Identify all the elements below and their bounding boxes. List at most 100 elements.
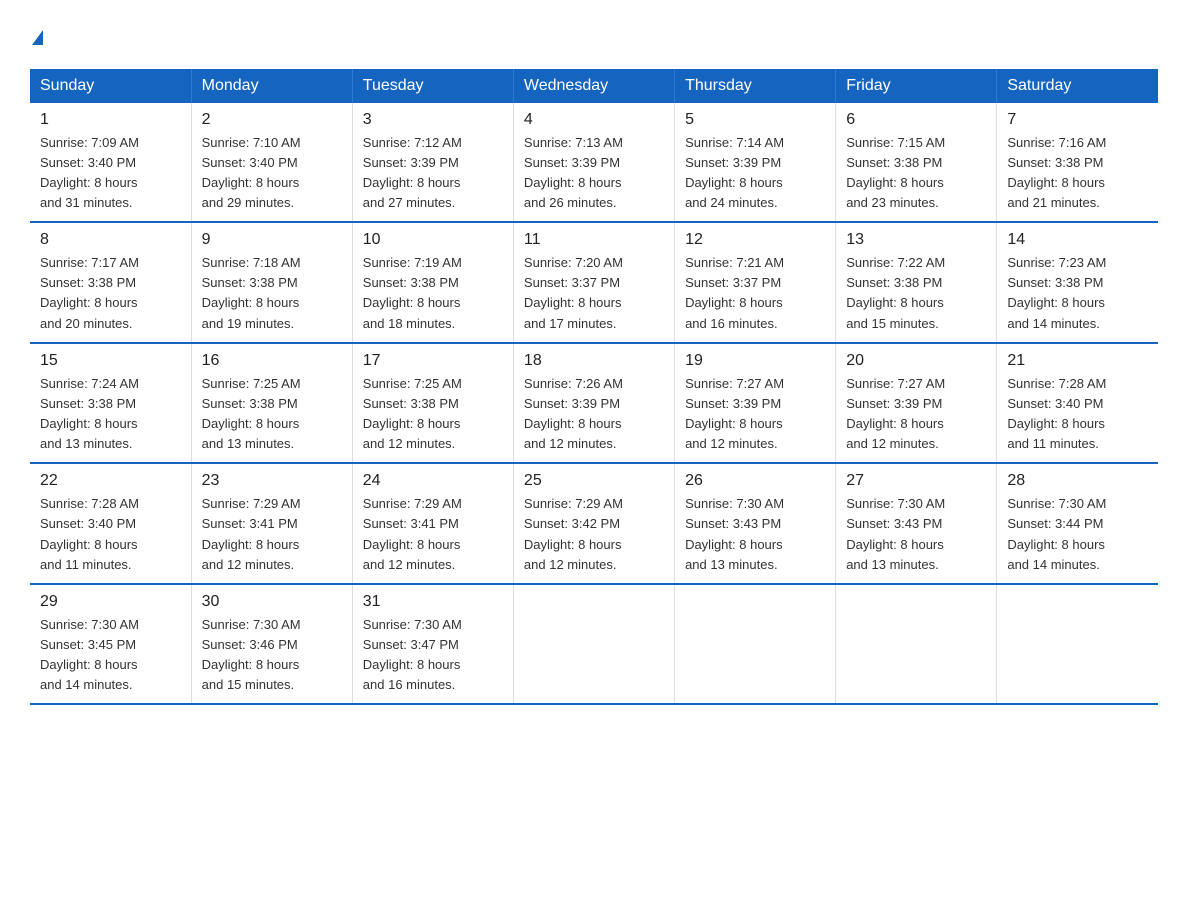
day-info: Sunrise: 7:14 AMSunset: 3:39 PMDaylight:…	[685, 133, 825, 214]
logo	[30, 20, 43, 49]
day-number: 14	[1007, 231, 1148, 249]
day-number: 18	[524, 352, 664, 370]
day-info: Sunrise: 7:20 AMSunset: 3:37 PMDaylight:…	[524, 253, 664, 334]
calendar-cell: 7 Sunrise: 7:16 AMSunset: 3:38 PMDaylight…	[997, 103, 1158, 223]
day-number: 9	[202, 231, 342, 249]
calendar-cell: 23 Sunrise: 7:29 AMSunset: 3:41 PMDayligh…	[191, 463, 352, 584]
day-info: Sunrise: 7:15 AMSunset: 3:38 PMDaylight:…	[846, 133, 986, 214]
calendar-cell: 18Sunrise: 7:26 AMSunset: 3:39 PMDayligh…	[513, 343, 674, 464]
day-info: Sunrise: 7:29 AMSunset: 3:42 PMDaylight:…	[524, 494, 664, 575]
day-number: 7	[1007, 111, 1148, 129]
header-saturday: Saturday	[997, 69, 1158, 103]
calendar-cell: 16 Sunrise: 7:25 AMSunset: 3:38 PMDayligh…	[191, 343, 352, 464]
day-info: Sunrise: 7:27 AMSunset: 3:39 PMDaylight:…	[685, 374, 825, 455]
day-info: Sunrise: 7:30 AMSunset: 3:43 PMDaylight:…	[685, 494, 825, 575]
calendar-cell: 14 Sunrise: 7:23 AMSunset: 3:38 PMDayligh…	[997, 222, 1158, 343]
day-number: 29	[40, 593, 181, 611]
day-number: 4	[524, 111, 664, 129]
calendar-cell: 12 Sunrise: 7:21 AMSunset: 3:37 PMDayligh…	[675, 222, 836, 343]
day-info: Sunrise: 7:28 AMSunset: 3:40 PMDaylight:…	[40, 494, 181, 575]
calendar-cell: 3Sunrise: 7:12 AMSunset: 3:39 PMDaylight…	[352, 103, 513, 223]
header-monday: Monday	[191, 69, 352, 103]
calendar-cell: 4 Sunrise: 7:13 AMSunset: 3:39 PMDaylight…	[513, 103, 674, 223]
day-number: 22	[40, 472, 181, 490]
calendar-cell: 31 Sunrise: 7:30 AMSunset: 3:47 PMDayligh…	[352, 584, 513, 705]
day-info: Sunrise: 7:10 AMSunset: 3:40 PMDaylight:…	[202, 133, 342, 214]
day-number: 12	[685, 231, 825, 249]
day-info: Sunrise: 7:28 AMSunset: 3:40 PMDaylight:…	[1007, 374, 1148, 455]
day-info: Sunrise: 7:22 AMSunset: 3:38 PMDaylight:…	[846, 253, 986, 334]
day-number: 5	[685, 111, 825, 129]
calendar-week-row: 8 Sunrise: 7:17 AMSunset: 3:38 PMDaylight…	[30, 222, 1158, 343]
calendar-week-row: 1Sunrise: 7:09 AMSunset: 3:40 PMDaylight…	[30, 103, 1158, 223]
day-info: Sunrise: 7:27 AMSunset: 3:39 PMDaylight:…	[846, 374, 986, 455]
day-info: Sunrise: 7:30 AMSunset: 3:43 PMDaylight:…	[846, 494, 986, 575]
day-info: Sunrise: 7:16 AMSunset: 3:38 PMDaylight:…	[1007, 133, 1148, 214]
day-info: Sunrise: 7:30 AMSunset: 3:44 PMDaylight:…	[1007, 494, 1148, 575]
day-number: 31	[363, 593, 503, 611]
day-info: Sunrise: 7:29 AMSunset: 3:41 PMDaylight:…	[202, 494, 342, 575]
calendar-cell: 9 Sunrise: 7:18 AMSunset: 3:38 PMDaylight…	[191, 222, 352, 343]
calendar-week-row: 29 Sunrise: 7:30 AMSunset: 3:45 PMDayligh…	[30, 584, 1158, 705]
header-sunday: Sunday	[30, 69, 191, 103]
calendar-cell: 25 Sunrise: 7:29 AMSunset: 3:42 PMDayligh…	[513, 463, 674, 584]
calendar-cell	[997, 584, 1158, 705]
calendar-cell: 21 Sunrise: 7:28 AMSunset: 3:40 PMDayligh…	[997, 343, 1158, 464]
calendar-week-row: 15Sunrise: 7:24 AMSunset: 3:38 PMDayligh…	[30, 343, 1158, 464]
day-number: 16	[202, 352, 342, 370]
calendar-cell: 8 Sunrise: 7:17 AMSunset: 3:38 PMDaylight…	[30, 222, 191, 343]
day-number: 28	[1007, 472, 1148, 490]
calendar-cell: 24 Sunrise: 7:29 AMSunset: 3:41 PMDayligh…	[352, 463, 513, 584]
header-wednesday: Wednesday	[513, 69, 674, 103]
day-info: Sunrise: 7:17 AMSunset: 3:38 PMDaylight:…	[40, 253, 181, 334]
day-number: 20	[846, 352, 986, 370]
calendar-table: SundayMondayTuesdayWednesdayThursdayFrid…	[30, 69, 1158, 706]
header-thursday: Thursday	[675, 69, 836, 103]
page-header	[30, 20, 1158, 49]
calendar-header-row: SundayMondayTuesdayWednesdayThursdayFrid…	[30, 69, 1158, 103]
day-number: 8	[40, 231, 181, 249]
day-info: Sunrise: 7:29 AMSunset: 3:41 PMDaylight:…	[363, 494, 503, 575]
calendar-cell: 6 Sunrise: 7:15 AMSunset: 3:38 PMDaylight…	[836, 103, 997, 223]
day-info: Sunrise: 7:18 AMSunset: 3:38 PMDaylight:…	[202, 253, 342, 334]
day-number: 6	[846, 111, 986, 129]
day-number: 26	[685, 472, 825, 490]
day-number: 27	[846, 472, 986, 490]
day-number: 17	[363, 352, 503, 370]
day-number: 24	[363, 472, 503, 490]
calendar-cell	[675, 584, 836, 705]
day-info: Sunrise: 7:25 AMSunset: 3:38 PMDaylight:…	[363, 374, 503, 455]
calendar-cell: 20 Sunrise: 7:27 AMSunset: 3:39 PMDayligh…	[836, 343, 997, 464]
day-number: 21	[1007, 352, 1148, 370]
day-number: 1	[40, 111, 181, 129]
day-number: 19	[685, 352, 825, 370]
day-info: Sunrise: 7:30 AMSunset: 3:45 PMDaylight:…	[40, 615, 181, 696]
calendar-cell: 13 Sunrise: 7:22 AMSunset: 3:38 PMDayligh…	[836, 222, 997, 343]
day-info: Sunrise: 7:19 AMSunset: 3:38 PMDaylight:…	[363, 253, 503, 334]
day-number: 25	[524, 472, 664, 490]
day-info: Sunrise: 7:30 AMSunset: 3:46 PMDaylight:…	[202, 615, 342, 696]
calendar-cell: 27 Sunrise: 7:30 AMSunset: 3:43 PMDayligh…	[836, 463, 997, 584]
day-info: Sunrise: 7:23 AMSunset: 3:38 PMDaylight:…	[1007, 253, 1148, 334]
day-number: 13	[846, 231, 986, 249]
calendar-cell: 29 Sunrise: 7:30 AMSunset: 3:45 PMDayligh…	[30, 584, 191, 705]
calendar-cell: 1Sunrise: 7:09 AMSunset: 3:40 PMDaylight…	[30, 103, 191, 223]
day-number: 23	[202, 472, 342, 490]
calendar-cell: 11 Sunrise: 7:20 AMSunset: 3:37 PMDayligh…	[513, 222, 674, 343]
calendar-cell: 15Sunrise: 7:24 AMSunset: 3:38 PMDayligh…	[30, 343, 191, 464]
day-number: 15	[40, 352, 181, 370]
calendar-cell: 22 Sunrise: 7:28 AMSunset: 3:40 PMDayligh…	[30, 463, 191, 584]
day-info: Sunrise: 7:30 AMSunset: 3:47 PMDaylight:…	[363, 615, 503, 696]
day-number: 11	[524, 231, 664, 249]
day-info: Sunrise: 7:25 AMSunset: 3:38 PMDaylight:…	[202, 374, 342, 455]
day-info: Sunrise: 7:13 AMSunset: 3:39 PMDaylight:…	[524, 133, 664, 214]
day-info: Sunrise: 7:12 AMSunset: 3:39 PMDaylight:…	[363, 133, 503, 214]
calendar-cell: 2Sunrise: 7:10 AMSunset: 3:40 PMDaylight…	[191, 103, 352, 223]
calendar-cell: 26 Sunrise: 7:30 AMSunset: 3:43 PMDayligh…	[675, 463, 836, 584]
day-number: 30	[202, 593, 342, 611]
calendar-cell: 10Sunrise: 7:19 AMSunset: 3:38 PMDayligh…	[352, 222, 513, 343]
header-friday: Friday	[836, 69, 997, 103]
day-info: Sunrise: 7:21 AMSunset: 3:37 PMDaylight:…	[685, 253, 825, 334]
calendar-cell	[836, 584, 997, 705]
calendar-cell: 5 Sunrise: 7:14 AMSunset: 3:39 PMDaylight…	[675, 103, 836, 223]
